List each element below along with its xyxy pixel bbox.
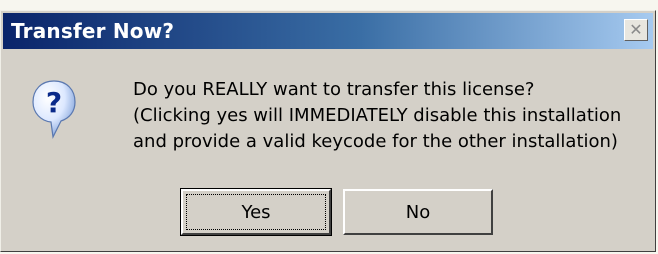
close-icon: ✕: [629, 20, 643, 39]
title-bar[interactable]: Transfer Now? ✕: [3, 13, 653, 49]
dialog-title: Transfer Now?: [11, 19, 175, 43]
message-line: and provide a valid keycode for the othe…: [133, 131, 618, 152]
focus-ring: [186, 194, 326, 230]
message-line: (Clicking yes will IMMEDIATELY disable t…: [133, 105, 622, 126]
yes-button[interactable]: Yes: [180, 188, 332, 236]
dialog-message: Do you REALLY want to transfer this lice…: [133, 77, 653, 155]
transfer-dialog: Transfer Now? ✕ ? Do you REALLY want to …: [0, 10, 656, 252]
no-button-label: No: [405, 201, 431, 223]
question-icon: ?: [32, 80, 76, 140]
svg-text:?: ?: [46, 86, 62, 119]
close-button[interactable]: ✕: [624, 19, 648, 41]
message-line: Do you REALLY want to transfer this lice…: [133, 79, 535, 100]
no-button[interactable]: No: [343, 189, 493, 235]
